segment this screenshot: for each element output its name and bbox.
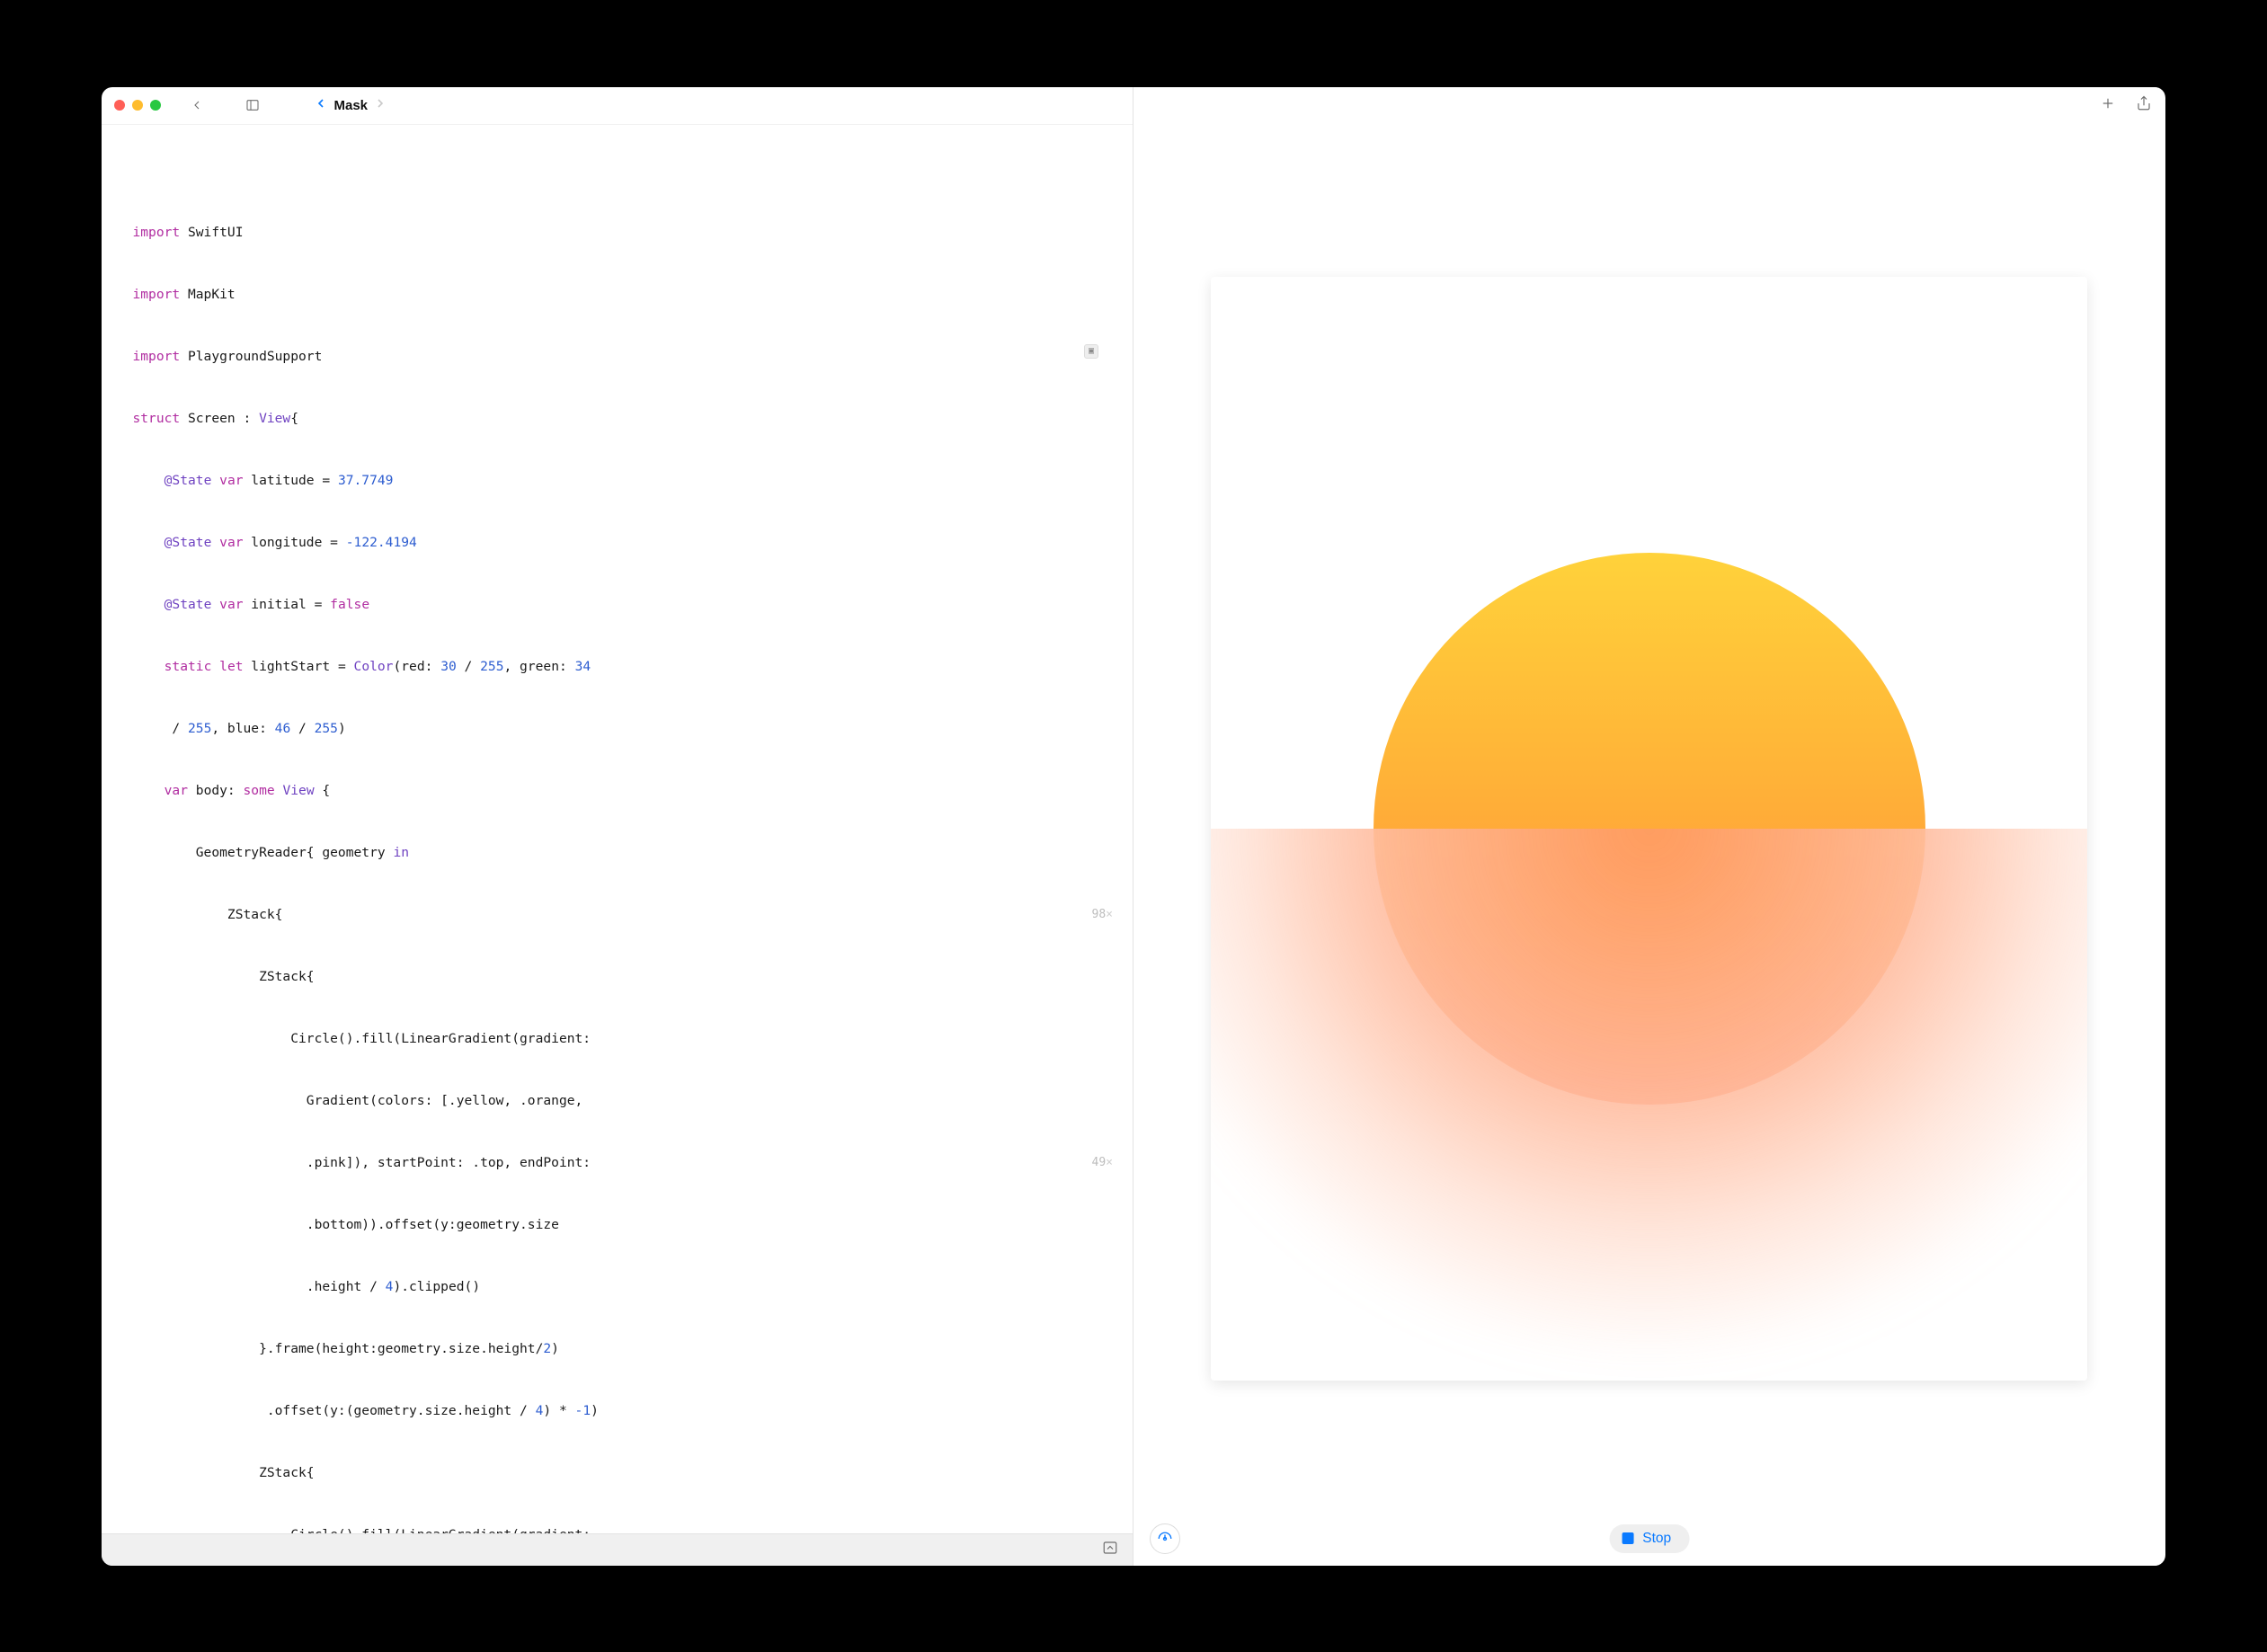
gauge-icon (1157, 1531, 1173, 1547)
preview-toolbar (1134, 87, 2165, 125)
panel-up-icon (1102, 1540, 1118, 1556)
code-editor[interactable]: ▣ import SwiftUI import MapKit import Pl… (102, 125, 1133, 1533)
live-view (1211, 277, 2087, 1381)
share-icon (2136, 95, 2152, 111)
nav-back-button[interactable] (184, 93, 209, 117)
exec-count: 98× (1077, 904, 1115, 925)
app-window: Mask ▣ import SwiftUI import MapKit impo… (102, 87, 2165, 1566)
editor-toolbar: Mask (102, 87, 1133, 125)
add-button[interactable] (2100, 95, 2116, 116)
stop-icon (1622, 1532, 1633, 1544)
stop-button-label: Stop (1642, 1531, 1671, 1547)
performance-gauge-button[interactable] (1150, 1523, 1180, 1554)
chevron-right-icon (373, 96, 387, 114)
share-button[interactable] (2136, 95, 2152, 116)
minimize-window-button[interactable] (132, 100, 143, 111)
breadcrumb[interactable]: Mask (314, 96, 387, 114)
chevron-left-icon (190, 98, 204, 112)
plus-icon (2100, 95, 2116, 111)
reflection-area (1211, 829, 2087, 1381)
toggle-console-button[interactable] (1102, 1540, 1118, 1560)
window-controls (114, 100, 161, 111)
zoom-window-button[interactable] (150, 100, 161, 111)
breadcrumb-title: Mask (333, 98, 368, 113)
sun-reflection (1211, 829, 2087, 1354)
toggle-sidebar-button[interactable] (240, 93, 265, 117)
preview-pane: Stop (1134, 87, 2165, 1566)
result-indicator-icon[interactable]: ▣ (1084, 344, 1098, 359)
editor-footer (102, 1533, 1133, 1566)
close-window-button[interactable] (114, 100, 125, 111)
stop-button[interactable]: Stop (1609, 1524, 1689, 1553)
editor-pane: Mask ▣ import SwiftUI import MapKit impo… (102, 87, 1134, 1566)
exec-count: 49× (1077, 1152, 1115, 1173)
chevron-left-icon (314, 96, 328, 114)
sidebar-icon (245, 98, 260, 112)
preview-footer: Stop (1134, 1512, 2165, 1566)
preview-canvas-area (1134, 125, 2165, 1512)
